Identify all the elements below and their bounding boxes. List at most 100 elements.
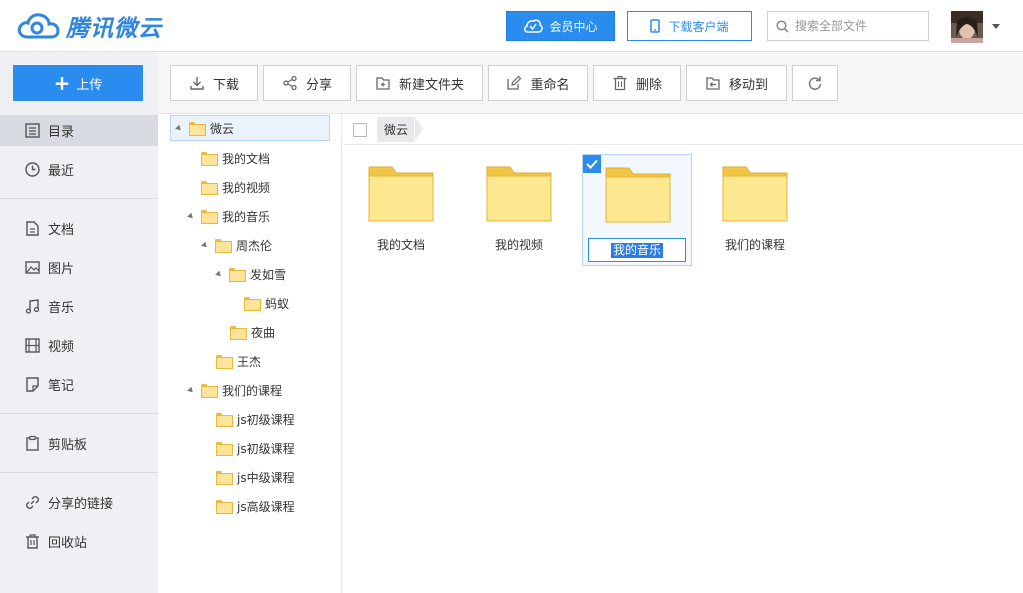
folder-icon bbox=[216, 355, 233, 369]
sidebar-item-label: 剪贴板 bbox=[48, 438, 88, 453]
vip-center-label: 会员中心 bbox=[549, 19, 598, 34]
rename-label: 重命名 bbox=[530, 77, 570, 93]
new-folder-button[interactable]: 新建文件夹 bbox=[356, 65, 483, 101]
breadcrumb bbox=[343, 114, 1023, 145]
user-avatar[interactable] bbox=[951, 11, 983, 43]
sidebar-item-label: 图片 bbox=[48, 262, 75, 277]
file-item[interactable]: 我们的课程 bbox=[700, 154, 810, 266]
expand-arrow-icon[interactable] bbox=[175, 124, 183, 132]
item-checkbox[interactable] bbox=[583, 155, 601, 173]
account-menu-caret-icon[interactable] bbox=[992, 24, 1000, 29]
plus-icon: + bbox=[53, 71, 71, 95]
tree-node[interactable]: 我的音乐 bbox=[187, 203, 271, 229]
vip-cloud-icon bbox=[524, 19, 544, 33]
sidebar-item-label: 最近 bbox=[48, 164, 75, 179]
expand-arrow-icon[interactable] bbox=[187, 386, 195, 394]
folder-icon bbox=[229, 268, 246, 282]
music-icon bbox=[25, 299, 40, 314]
tree-node[interactable]: 蚂蚁 bbox=[244, 290, 289, 316]
file-item[interactable]: 我的文档 bbox=[346, 154, 456, 266]
delete-button[interactable]: 删除 bbox=[593, 65, 681, 101]
share-button[interactable]: 分享 bbox=[263, 65, 351, 101]
refresh-icon bbox=[808, 76, 822, 90]
sidebar-item-label: 笔记 bbox=[48, 379, 75, 394]
tree-node-label: 我的文档 bbox=[222, 151, 271, 166]
tree-node-label: 周杰伦 bbox=[236, 238, 273, 253]
download-button[interactable]: 下载 bbox=[170, 65, 258, 101]
breadcrumb-label: 微云 bbox=[384, 123, 409, 137]
link-icon bbox=[26, 496, 39, 509]
sidebar-item-clipboard[interactable]: 剪贴板 bbox=[0, 428, 158, 459]
tree-node[interactable]: 王杰 bbox=[216, 348, 261, 374]
tree-node[interactable]: js初级课程 bbox=[216, 406, 295, 432]
sidebar-item-documents[interactable]: 文档 bbox=[0, 213, 158, 244]
folder-icon bbox=[216, 413, 233, 427]
clock-icon bbox=[25, 162, 40, 177]
file-item[interactable]: 我的视频 bbox=[464, 154, 574, 266]
sidebar-item-notes[interactable]: 笔记 bbox=[0, 369, 158, 400]
tree-node-label: 我的音乐 bbox=[222, 209, 271, 224]
search-input[interactable] bbox=[795, 19, 915, 33]
tree-node[interactable]: 夜曲 bbox=[230, 319, 275, 345]
folder-icon bbox=[215, 239, 232, 253]
vip-center-button[interactable]: 会员中心 bbox=[506, 11, 615, 41]
new-folder-icon bbox=[376, 77, 390, 90]
folder-icon bbox=[230, 326, 247, 340]
sidebar-item-music[interactable]: 音乐 bbox=[0, 291, 158, 322]
folder-icon bbox=[605, 167, 671, 223]
tree-node[interactable]: 我们的课程 bbox=[187, 377, 283, 403]
tree-node[interactable]: js初级课程 bbox=[216, 435, 295, 461]
tree-node-label: 王杰 bbox=[237, 354, 262, 369]
folder-icon bbox=[201, 181, 218, 195]
upload-button[interactable]: + 上传 bbox=[13, 65, 143, 101]
tree-node[interactable]: js中级课程 bbox=[216, 464, 295, 490]
tree-node[interactable]: js高级课程 bbox=[216, 493, 295, 519]
move-folder-icon bbox=[706, 77, 720, 90]
left-sidebar: + 上传 目录 最近 文档 图片 音乐 视频 笔记 剪贴板 分享的链接 回收站 bbox=[0, 52, 158, 593]
folder-icon bbox=[201, 152, 218, 166]
move-to-label: 移动到 bbox=[728, 77, 768, 93]
search-box[interactable] bbox=[767, 11, 929, 41]
sidebar-item-recycle-bin[interactable]: 回收站 bbox=[0, 526, 158, 557]
refresh-button[interactable] bbox=[792, 65, 838, 101]
file-item-selected[interactable]: 我的音乐 bbox=[582, 154, 692, 266]
tree-node-label: 我们的课程 bbox=[222, 383, 283, 398]
sidebar-item-shared-links[interactable]: 分享的链接 bbox=[0, 487, 158, 518]
tree-node-label: 蚂蚁 bbox=[265, 296, 290, 311]
expand-arrow-icon[interactable] bbox=[215, 270, 223, 278]
breadcrumb-root[interactable]: 微云 bbox=[377, 117, 415, 142]
breadcrumb-arrow-icon bbox=[415, 117, 423, 141]
folder-icon bbox=[244, 297, 261, 311]
file-name: 我们的课程 bbox=[724, 238, 785, 252]
sidebar-item-images[interactable]: 图片 bbox=[0, 252, 158, 283]
sidebar-item-recent[interactable]: 最近 bbox=[0, 154, 158, 185]
share-label: 分享 bbox=[305, 77, 332, 93]
tree-node-root[interactable]: 微云 bbox=[170, 115, 330, 141]
sidebar-item-label: 回收站 bbox=[48, 536, 88, 551]
expand-arrow-icon[interactable] bbox=[201, 241, 209, 249]
tree-node[interactable]: 发如雪 bbox=[215, 261, 286, 287]
folder-icon bbox=[722, 166, 788, 222]
download-client-button[interactable]: 下载客户端 bbox=[627, 11, 752, 41]
catalog-icon bbox=[25, 123, 40, 138]
tree-node-label: js初级课程 bbox=[237, 441, 295, 456]
expand-arrow-icon[interactable] bbox=[187, 212, 195, 220]
clipboard-icon bbox=[26, 435, 39, 451]
select-all-checkbox[interactable] bbox=[353, 123, 367, 137]
image-icon bbox=[25, 261, 40, 274]
folder-icon bbox=[216, 442, 233, 456]
file-name: 我的文档 bbox=[376, 238, 425, 252]
sidebar-item-catalog[interactable]: 目录 bbox=[0, 115, 158, 146]
sidebar-item-video[interactable]: 视频 bbox=[0, 330, 158, 361]
rename-input[interactable]: 我的音乐 bbox=[588, 238, 686, 262]
tree-node[interactable]: 周杰伦 bbox=[201, 232, 273, 258]
tree-node[interactable]: 我的视频 bbox=[201, 174, 270, 200]
tree-node-label: 我的视频 bbox=[222, 180, 271, 195]
move-to-button[interactable]: 移动到 bbox=[686, 65, 787, 101]
trash-icon bbox=[613, 75, 627, 91]
rename-button[interactable]: 重命名 bbox=[488, 65, 588, 101]
tree-node[interactable]: 我的文档 bbox=[201, 145, 270, 171]
search-icon bbox=[776, 19, 789, 33]
weiyun-logo[interactable]: 腾讯微云 bbox=[16, 10, 162, 42]
sidebar-item-label: 音乐 bbox=[48, 301, 75, 316]
